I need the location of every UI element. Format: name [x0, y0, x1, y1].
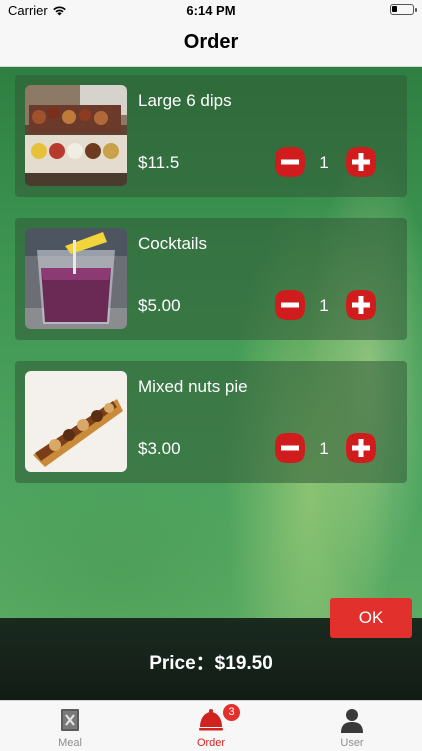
tab-bar: Meal 3 Order User: [0, 700, 422, 751]
battery-icon: [390, 4, 417, 15]
tab-order[interactable]: 3 Order: [141, 701, 281, 751]
ok-button[interactable]: OK: [330, 598, 412, 638]
order-item-card: Large 6 dips $11.5 1: [15, 75, 407, 197]
nav-bar: Order: [0, 22, 422, 67]
tab-meal[interactable]: Meal: [0, 701, 140, 751]
minus-icon[interactable]: [274, 432, 306, 464]
minus-icon[interactable]: [274, 289, 306, 321]
item-image-dips: [25, 85, 127, 186]
cloche-icon: [199, 709, 223, 731]
item-price: $5.00: [138, 296, 181, 315]
item-name: Mixed nuts pie: [138, 377, 248, 396]
order-item-card: Cocktails $5.00 1: [15, 218, 407, 340]
plus-icon[interactable]: [345, 289, 377, 321]
item-image-cocktail: [25, 228, 127, 329]
status-bar: Carrier 6:14 PM: [0, 0, 422, 22]
order-count-badge: 3: [223, 704, 240, 721]
item-name: Cocktails: [138, 234, 207, 253]
minus-icon[interactable]: [274, 146, 306, 178]
item-image-pie: [25, 371, 127, 472]
quantity-value: 1: [319, 439, 329, 458]
plus-icon[interactable]: [345, 432, 377, 464]
menu-book-icon: [61, 709, 79, 731]
status-time: 6:14 PM: [186, 3, 236, 18]
tab-user[interactable]: User: [282, 701, 422, 751]
tab-label: Order: [196, 737, 226, 749]
item-price: $3.00: [138, 439, 181, 458]
user-icon: [341, 709, 363, 733]
plus-icon[interactable]: [345, 146, 377, 178]
total-price: Price：$19.50: [149, 653, 273, 674]
page-title: Order: [183, 31, 239, 53]
quantity-value: 1: [319, 296, 329, 315]
quantity-value: 1: [319, 153, 329, 172]
order-item-card: Mixed nuts pie $3.00 1: [15, 361, 407, 483]
item-name: Large 6 dips: [138, 91, 232, 110]
item-price: $11.5: [138, 153, 180, 172]
order-list: Large 6 dips $11.5 1 Cocktails $5.00 1 M…: [0, 67, 422, 618]
tab-label: Meal: [58, 737, 82, 749]
tab-label: User: [340, 737, 364, 749]
